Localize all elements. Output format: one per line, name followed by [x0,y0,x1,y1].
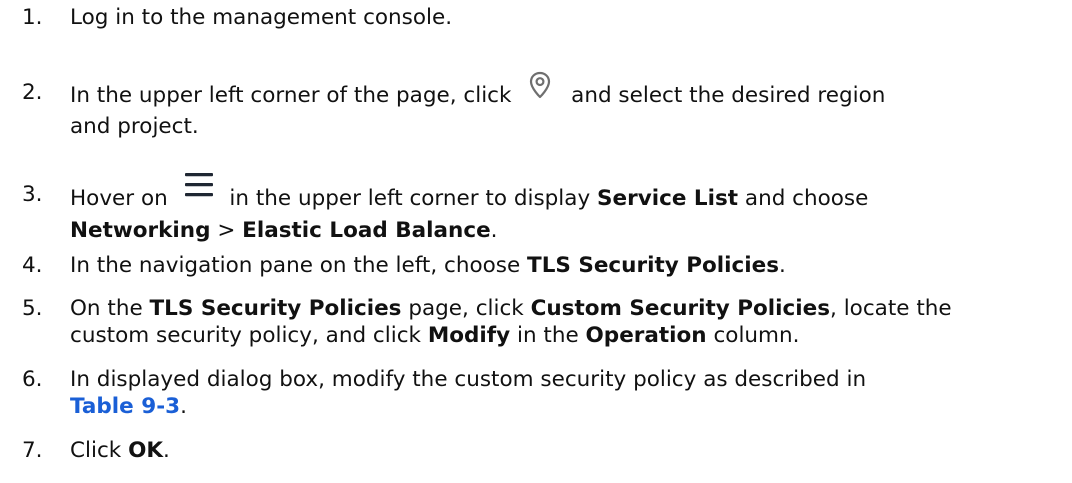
hamburger-menu-icon [179,167,219,203]
step-text: In the upper left corner of the page, cl… [70,71,1040,140]
step-text: Click OK. [70,438,170,463]
step-text: In the navigation pane on the left, choo… [70,253,786,278]
step-text: Hover on in the upper left corner to dis… [70,173,1040,244]
procedure-steps: 1. Log in to the management console. 2. … [0,0,1072,483]
step-number: 1. [22,5,43,30]
ui-term: Networking [70,218,211,243]
location-pin-icon [520,69,560,103]
ui-term: Operation [585,323,707,348]
step-number: 3. [22,182,43,207]
ui-term: OK [128,438,164,463]
step-text: In displayed dialog box, modify the cust… [70,367,867,419]
step-number: 5. [22,296,43,321]
step-text: Log in to the management console. [70,5,453,30]
ui-term: Elastic Load Balance [242,218,491,243]
ui-term: Modify [427,323,511,348]
table-link[interactable]: Table 9-3 [70,394,180,419]
ui-term: Service List [597,186,739,211]
ui-term: Custom Security Policies [530,296,831,321]
ui-term: TLS Security Policies [149,296,402,321]
step-number: 4. [22,253,43,278]
step-number: 6. [22,367,43,392]
ui-term: TLS Security Policies [527,253,779,278]
step-text: On the TLS Security Policies page, click… [70,296,952,348]
step-number: 7. [22,438,43,463]
step-number: 2. [22,80,43,105]
